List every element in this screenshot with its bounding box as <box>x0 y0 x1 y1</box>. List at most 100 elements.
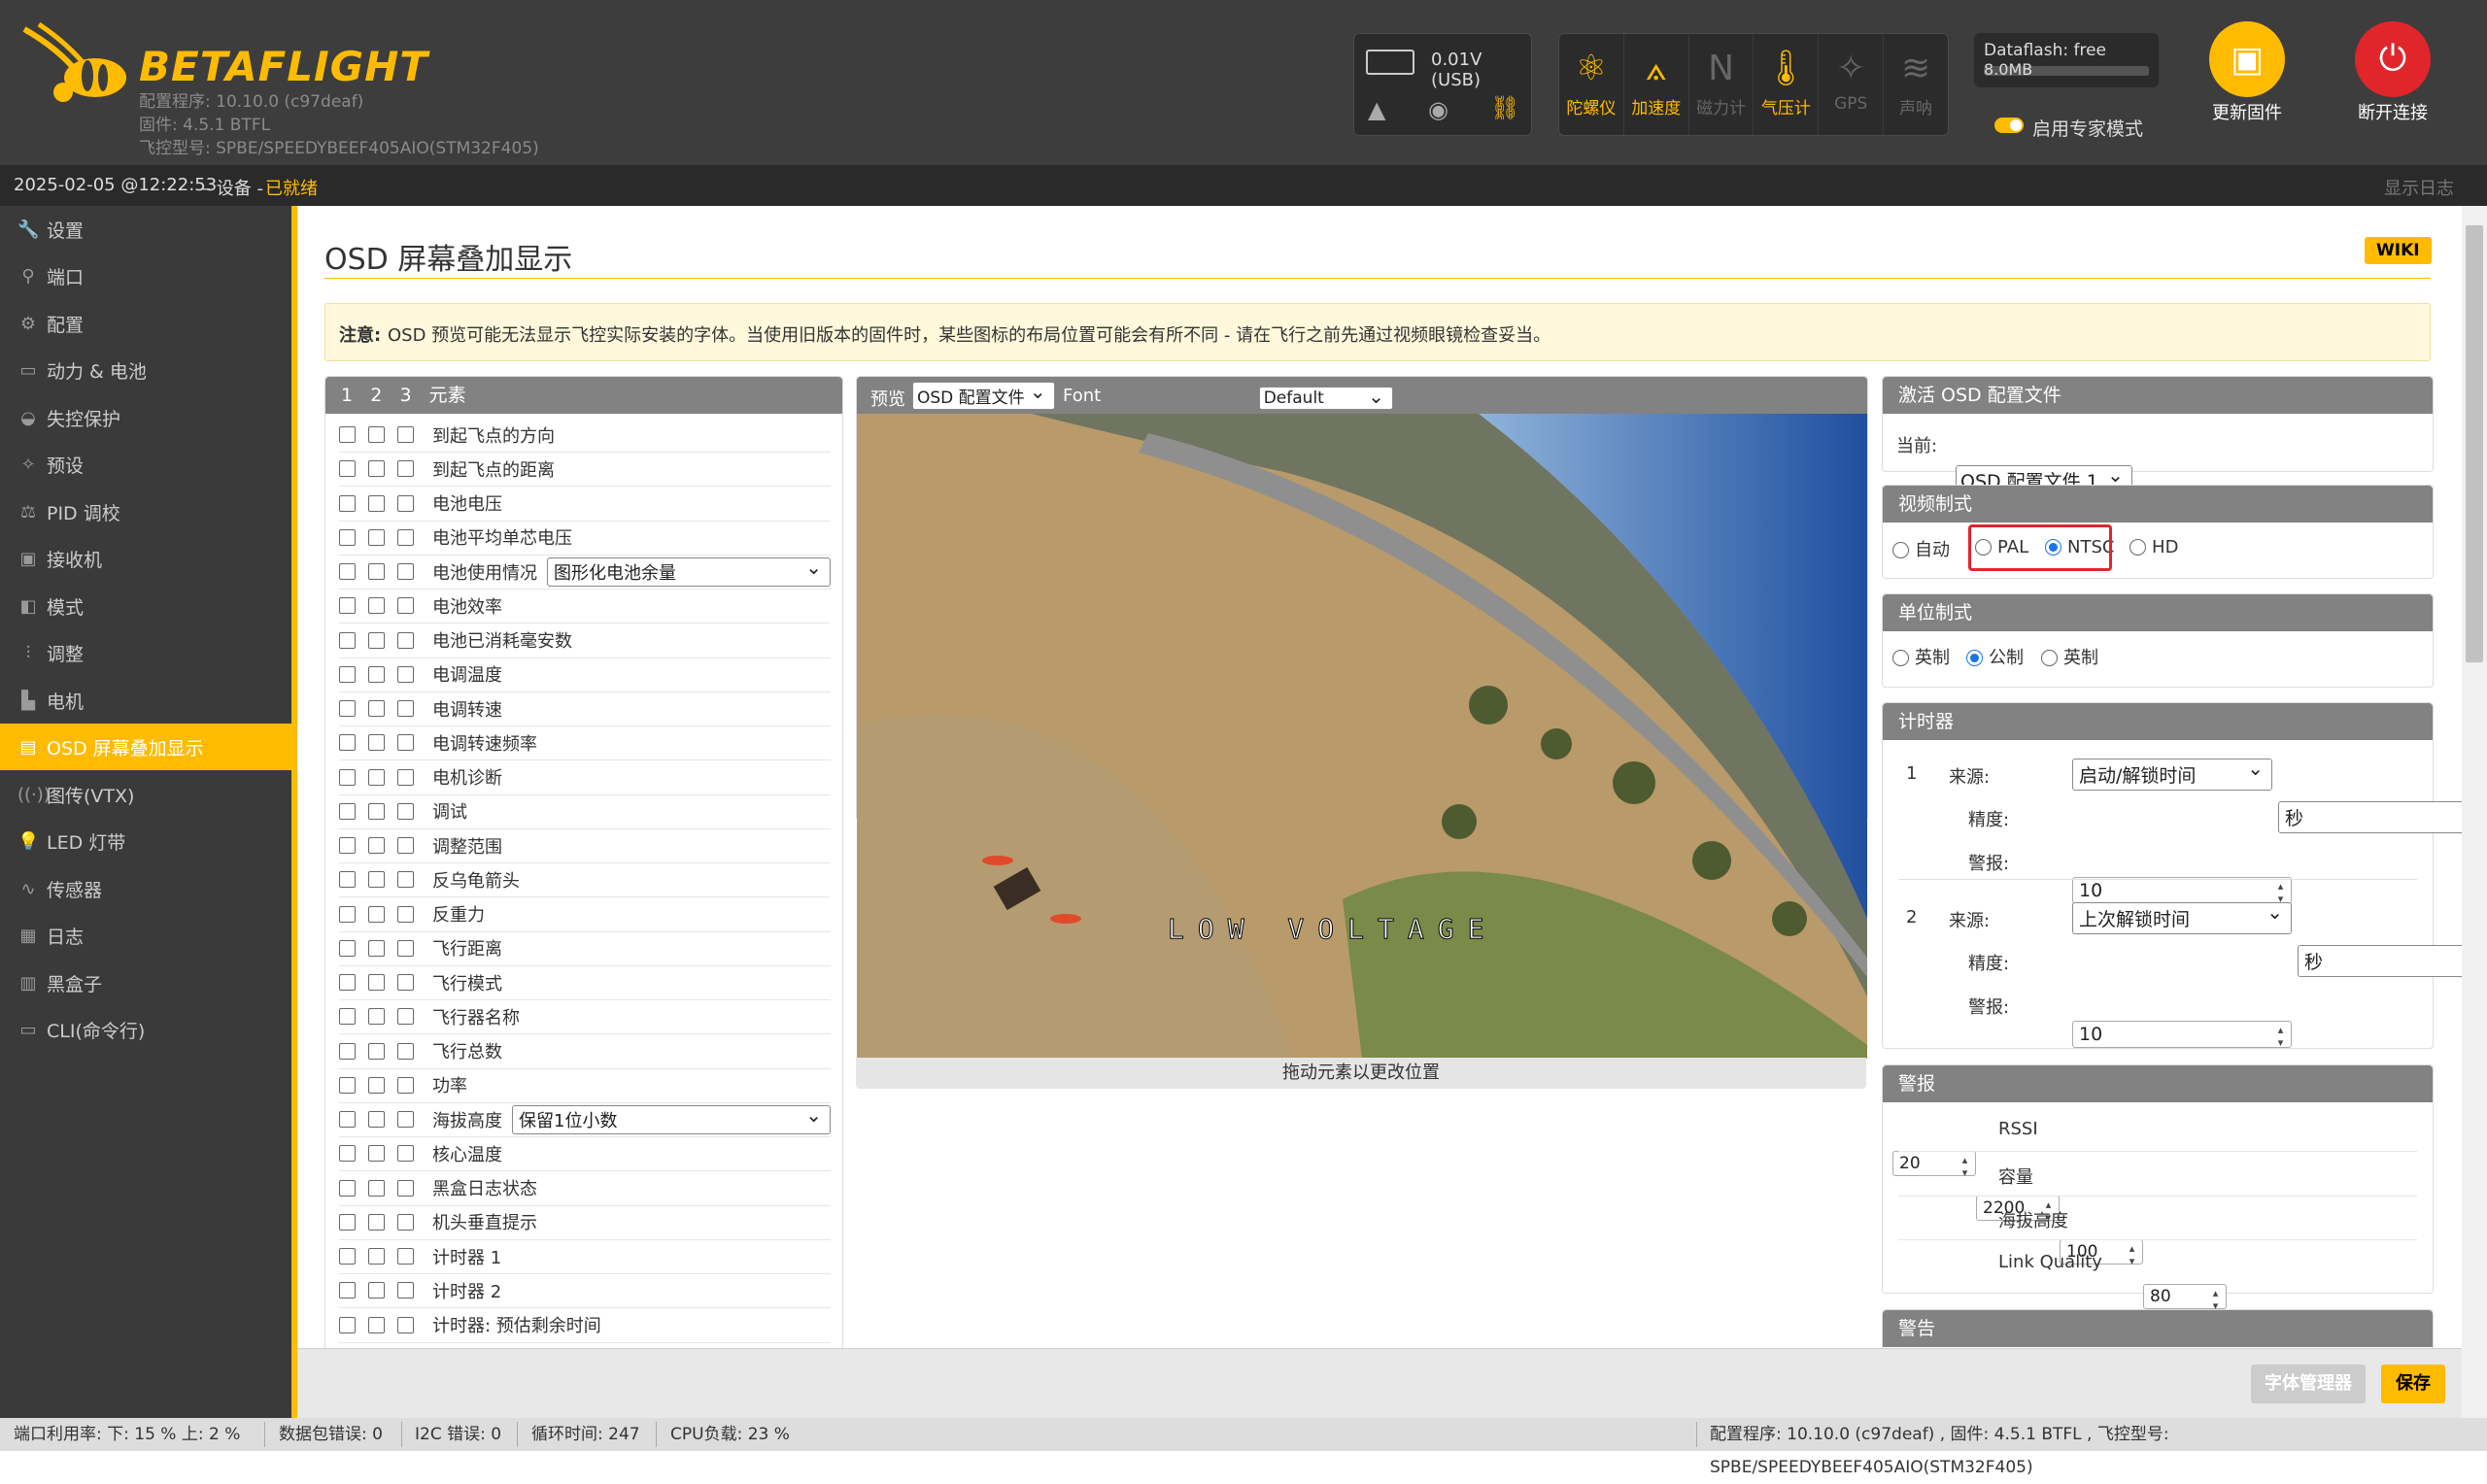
element-profile-1-checkbox[interactable] <box>339 1179 356 1197</box>
element-profile-3-checkbox[interactable] <box>397 1145 414 1163</box>
element-profile-1-checkbox[interactable] <box>339 597 356 615</box>
element-profile-3-checkbox[interactable] <box>397 939 414 957</box>
element-profile-2-checkbox[interactable] <box>368 426 385 443</box>
element-profile-1-checkbox[interactable] <box>339 1282 356 1299</box>
sidebar-item-failsafe[interactable]: ◒ 失控保护 <box>0 394 291 441</box>
element-profile-1-checkbox[interactable] <box>339 1076 356 1094</box>
element-profile-2-checkbox[interactable] <box>368 528 385 546</box>
show-log-link[interactable]: 显示日志 <box>2384 175 2454 200</box>
alarm-value-input[interactable]: 80 <box>2143 1283 2227 1312</box>
element-profile-1-checkbox[interactable] <box>339 700 356 717</box>
element-profile-1-checkbox[interactable] <box>339 1042 356 1060</box>
element-profile-3-checkbox[interactable] <box>397 528 414 546</box>
element-profile-1-checkbox[interactable] <box>339 1145 356 1163</box>
element-profile-2-checkbox[interactable] <box>368 1213 385 1231</box>
sidebar-item-logging[interactable]: ▦ 日志 <box>0 912 291 959</box>
element-profile-3-checkbox[interactable] <box>397 905 414 923</box>
element-profile-2-checkbox[interactable] <box>368 1042 385 1060</box>
sidebar-item-pid-tuning[interactable]: ⚖ PID 调校 <box>0 489 291 535</box>
element-profile-1-checkbox[interactable] <box>339 494 356 512</box>
element-profile-2-checkbox[interactable] <box>368 1111 385 1128</box>
osd-preview-image[interactable]: LOW VOLTAGE <box>857 414 1867 1059</box>
element-profile-3-checkbox[interactable] <box>397 631 414 649</box>
sidebar-item-blackbox[interactable]: ▥ 黑盒子 <box>0 960 291 1006</box>
units-radio-metric[interactable] <box>1966 650 1983 666</box>
element-profile-2-checkbox[interactable] <box>368 494 385 512</box>
element-profile-3-checkbox[interactable] <box>397 1008 414 1026</box>
element-profile-1-checkbox[interactable] <box>339 460 356 478</box>
sidebar-item-presets[interactable]: ✧ 预设 <box>0 441 291 488</box>
expert-mode-toggle[interactable] <box>1994 118 2024 133</box>
element-variant-select[interactable]: 图形化电池余量 <box>547 556 831 587</box>
element-profile-3-checkbox[interactable] <box>397 734 414 752</box>
sidebar-item-vtx[interactable]: ((·)) 图传(VTX) <box>0 771 291 818</box>
timer-2-alarm-input[interactable]: 10 <box>2072 1021 2292 1049</box>
sidebar-item-osd[interactable]: ▤ OSD 屏幕叠加显示 <box>0 724 291 770</box>
element-profile-2-checkbox[interactable] <box>368 1248 385 1265</box>
element-profile-2-checkbox[interactable] <box>368 1076 385 1094</box>
element-profile-3-checkbox[interactable] <box>397 597 414 615</box>
element-profile-2-checkbox[interactable] <box>368 563 385 580</box>
element-profile-3-checkbox[interactable] <box>397 1076 414 1094</box>
element-profile-3-checkbox[interactable] <box>397 871 414 889</box>
sidebar-item-setup[interactable]: 🔧 设置 <box>0 206 291 253</box>
element-profile-2-checkbox[interactable] <box>368 837 385 854</box>
sidebar-item-configuration[interactable]: ⚙ 配置 <box>0 300 291 347</box>
element-profile-1-checkbox[interactable] <box>339 563 356 580</box>
element-profile-2-checkbox[interactable] <box>368 1145 385 1163</box>
element-profile-3-checkbox[interactable] <box>397 802 414 820</box>
element-profile-3-checkbox[interactable] <box>397 768 414 786</box>
element-profile-1-checkbox[interactable] <box>339 426 356 443</box>
units-radio-british[interactable] <box>2041 650 2058 666</box>
element-profile-1-checkbox[interactable] <box>339 1111 356 1128</box>
timer-1-source-select[interactable]: 启动/解锁时间 <box>2072 757 2272 791</box>
element-profile-3-checkbox[interactable] <box>397 494 414 512</box>
video-radio-hd[interactable] <box>2129 539 2146 556</box>
element-profile-3-checkbox[interactable] <box>397 563 414 580</box>
element-profile-3-checkbox[interactable] <box>397 1248 414 1265</box>
element-profile-2-checkbox[interactable] <box>368 802 385 820</box>
units-radio-imperial[interactable] <box>1892 650 1909 666</box>
element-profile-3-checkbox[interactable] <box>397 665 414 683</box>
element-profile-1-checkbox[interactable] <box>339 871 356 889</box>
element-profile-1-checkbox[interactable] <box>339 528 356 546</box>
element-profile-3-checkbox[interactable] <box>397 1316 414 1333</box>
font-manager-button[interactable]: 字体管理器 <box>2251 1365 2366 1403</box>
element-profile-1-checkbox[interactable] <box>339 837 356 854</box>
sidebar-item-power[interactable]: ▭ 动力 & 电池 <box>0 347 291 393</box>
sidebar-item-ports[interactable]: ⚲ 端口 <box>0 253 291 299</box>
sidebar-item-sensors[interactable]: ∿ 传感器 <box>0 865 291 912</box>
element-profile-1-checkbox[interactable] <box>339 1316 356 1333</box>
save-button[interactable]: 保存 <box>2381 1365 2445 1403</box>
element-profile-2-checkbox[interactable] <box>368 460 385 478</box>
element-profile-1-checkbox[interactable] <box>339 905 356 923</box>
osd-low-voltage-text[interactable]: LOW VOLTAGE <box>1168 913 1497 946</box>
timer-1-precision-select[interactable]: 秒 <box>2278 801 2462 833</box>
alarm-value-input[interactable]: 20 <box>1892 1151 1976 1179</box>
element-profile-3-checkbox[interactable] <box>397 426 414 443</box>
wiki-button[interactable]: WIKI <box>2365 237 2432 264</box>
element-profile-2-checkbox[interactable] <box>368 1282 385 1299</box>
sidebar-item-receiver[interactable]: ▣ 接收机 <box>0 535 291 582</box>
element-profile-3-checkbox[interactable] <box>397 700 414 717</box>
element-profile-1-checkbox[interactable] <box>339 1213 356 1231</box>
element-profile-3-checkbox[interactable] <box>397 1042 414 1060</box>
sidebar-item-modes[interactable]: ◧ 模式 <box>0 583 291 629</box>
tab-profile-1[interactable]: 1 <box>341 385 353 406</box>
timer-2-precision-select[interactable]: 秒 <box>2298 945 2462 977</box>
element-profile-1-checkbox[interactable] <box>339 665 356 683</box>
element-profile-2-checkbox[interactable] <box>368 665 385 683</box>
element-profile-2-checkbox[interactable] <box>368 768 385 786</box>
element-profile-2-checkbox[interactable] <box>368 597 385 615</box>
element-profile-3-checkbox[interactable] <box>397 1179 414 1197</box>
sidebar-item-motors[interactable]: ▙ 电机 <box>0 677 291 724</box>
disconnect-button[interactable]: ⏻ <box>2355 21 2431 97</box>
element-profile-1-checkbox[interactable] <box>339 631 356 649</box>
element-profile-2-checkbox[interactable] <box>368 631 385 649</box>
element-profile-3-checkbox[interactable] <box>397 837 414 854</box>
element-profile-2-checkbox[interactable] <box>368 871 385 889</box>
element-profile-1-checkbox[interactable] <box>339 974 356 991</box>
page-scrollbar-thumb[interactable] <box>2466 225 2483 662</box>
element-profile-3-checkbox[interactable] <box>397 1111 414 1128</box>
element-profile-3-checkbox[interactable] <box>397 1213 414 1231</box>
